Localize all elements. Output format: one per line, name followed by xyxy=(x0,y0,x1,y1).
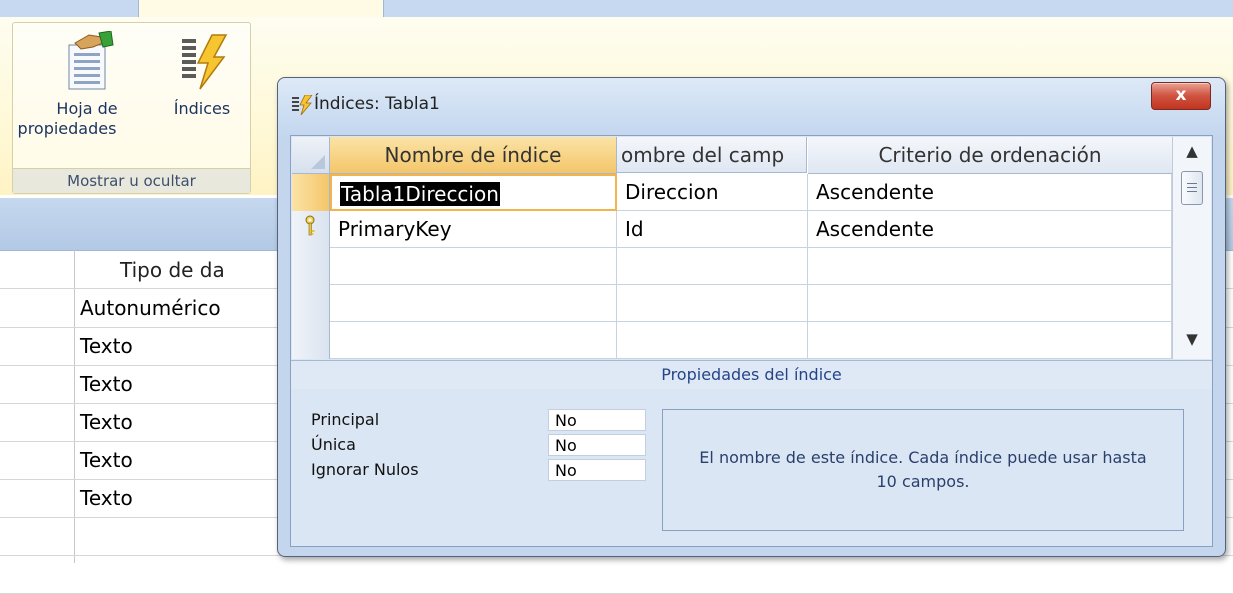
sort-order-cell[interactable]: Ascendente xyxy=(808,174,1172,211)
index-properties-area: Principal No Única No Ignorar Nulos No El nom… xyxy=(291,389,1212,546)
sort-order-cell[interactable] xyxy=(808,248,1172,285)
field-name-cell-text: Id xyxy=(625,217,644,241)
field-name-cell[interactable] xyxy=(617,322,808,359)
scroll-down-icon[interactable]: ▼ xyxy=(1173,325,1211,353)
row-selector[interactable] xyxy=(292,211,330,249)
index-properties-caption: Propiedades del índice xyxy=(291,360,1212,390)
dialog-title: Índices: Tabla1 xyxy=(314,94,440,114)
property-label: Única xyxy=(311,435,356,454)
index-name-cell[interactable] xyxy=(330,248,617,285)
data-type-cell[interactable]: Texto xyxy=(80,403,133,441)
row-selector[interactable] xyxy=(292,322,330,359)
field-name-cell[interactable]: Direccion xyxy=(617,174,808,211)
primary-key-icon xyxy=(304,215,316,243)
property-sheet-icon xyxy=(55,30,119,91)
column-header-index-name[interactable]: Nombre de índice xyxy=(330,137,617,174)
indexes-button[interactable]: Índices xyxy=(159,31,245,119)
sort-order-cell-text: Ascendente xyxy=(816,217,934,241)
dialog-client-area: Nombre de índice ombre del camp Criterio… xyxy=(290,135,1213,547)
row-selector[interactable] xyxy=(292,248,330,286)
indexes-icon xyxy=(291,94,313,119)
index-name-cell[interactable]: PrimaryKey xyxy=(330,211,617,248)
column-header-field-name[interactable]: ombre del camp xyxy=(617,137,807,173)
field-name-cell[interactable]: Id xyxy=(617,211,808,248)
index-name-cell-text: Tabla1Direccion xyxy=(340,182,500,206)
group-caption: Mostrar u ocultar xyxy=(13,168,250,193)
indexes-icon xyxy=(172,31,232,91)
property-label: Ignorar Nulos xyxy=(311,460,419,479)
sort-order-cell-text: Ascendente xyxy=(816,180,934,204)
indexes-label: Índices xyxy=(173,99,231,118)
scroll-thumb[interactable] xyxy=(1181,171,1203,205)
select-all-corner[interactable] xyxy=(292,137,330,174)
indexes-grid: Nombre de índice ombre del camp Criterio… xyxy=(292,137,1172,359)
field-name-cell[interactable] xyxy=(617,248,808,285)
sort-order-cell[interactable] xyxy=(808,322,1172,359)
ribbon-group-show-hide: Hoja de propiedades Índices Mostrar u oc… xyxy=(12,22,251,194)
vertical-scrollbar[interactable]: ▲ ▼ xyxy=(1172,137,1211,359)
data-type-cell[interactable]: Texto xyxy=(80,441,133,479)
index-name-cell[interactable]: Tabla1Direccion xyxy=(330,174,617,211)
index-name-cell-text: PrimaryKey xyxy=(338,217,452,241)
column-header-sort-order[interactable]: Criterio de ordenación xyxy=(808,137,1172,174)
index-name-cell[interactable] xyxy=(330,285,617,322)
close-button[interactable]: x xyxy=(1151,82,1211,110)
table-row[interactable] xyxy=(0,555,1233,594)
field-name-cell[interactable] xyxy=(617,285,808,322)
index-name-cell[interactable] xyxy=(330,322,617,359)
help-text: El nombre de este índice. Cada índice pu… xyxy=(699,448,1147,491)
data-type-cell[interactable]: Texto xyxy=(80,365,133,403)
property-sheet-label-1: Hoja de xyxy=(56,99,118,118)
property-label: Principal xyxy=(311,410,380,429)
data-type-cell[interactable]: Autonumérico xyxy=(80,289,221,327)
row-selector[interactable] xyxy=(292,285,330,323)
scroll-up-icon[interactable]: ▲ xyxy=(1173,137,1211,165)
data-type-cell[interactable]: Texto xyxy=(80,479,133,517)
property-value-field[interactable]: No xyxy=(548,409,646,431)
property-sheet-label-2: propiedades xyxy=(17,119,117,138)
property-value-field[interactable]: No xyxy=(548,459,646,481)
row-selector[interactable] xyxy=(292,174,330,212)
ribbon-active-tab[interactable] xyxy=(138,0,384,18)
sort-order-cell[interactable] xyxy=(808,285,1172,322)
sort-order-cell[interactable]: Ascendente xyxy=(808,211,1172,248)
help-text-box: El nombre de este índice. Cada índice pu… xyxy=(662,409,1184,531)
data-type-cell[interactable]: Texto xyxy=(80,327,133,365)
property-sheet-button[interactable]: Hoja de propiedades xyxy=(18,30,155,139)
property-value-field[interactable]: No xyxy=(548,434,646,456)
indexes-dialog: Índices: Tabla1 x Nombre de índice ombre… xyxy=(277,77,1226,557)
field-name-cell-text: Direccion xyxy=(625,180,719,204)
